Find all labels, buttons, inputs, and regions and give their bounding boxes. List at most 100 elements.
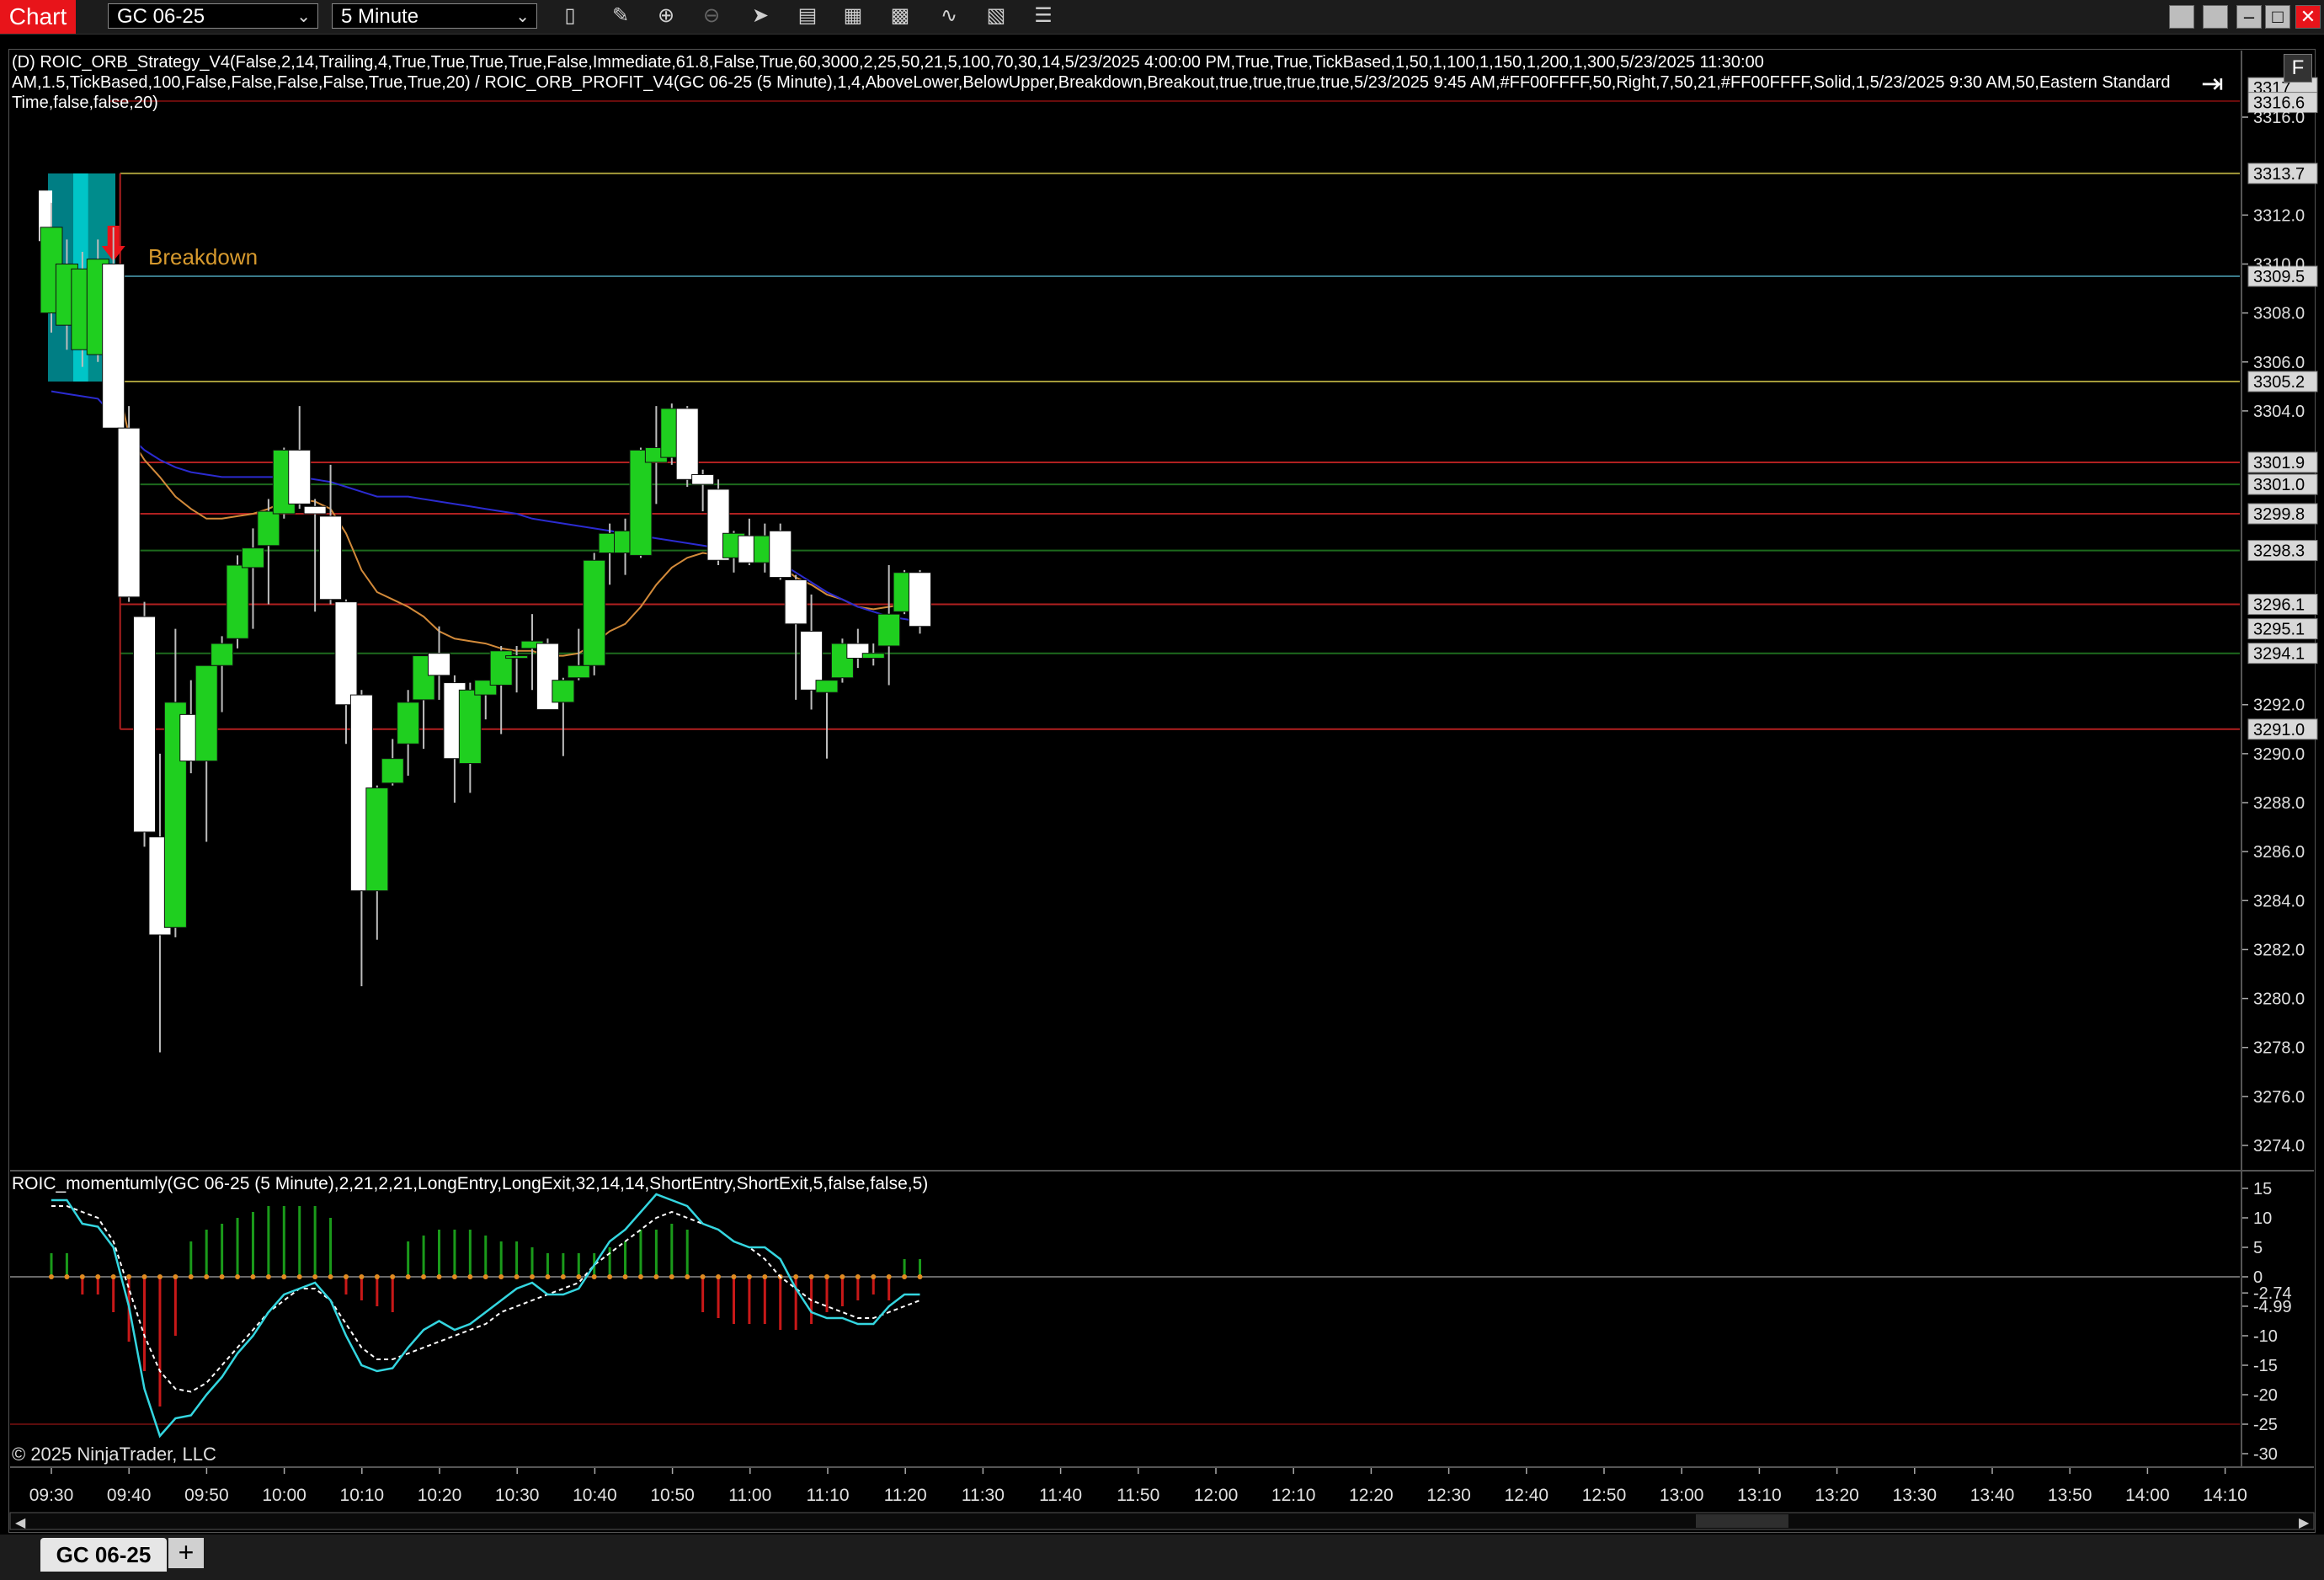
candle-body — [397, 702, 420, 745]
orb-levels — [108, 100, 2240, 730]
osc-tick-label: 10 — [2253, 1209, 2272, 1228]
price-and-oscillator-chart[interactable]: 33173316.63313.73309.53305.23301.93301.0… — [0, 0, 2324, 1580]
candle-body — [567, 665, 590, 679]
zero-dot — [591, 1274, 597, 1279]
price-tick-label: 3278.0 — [2253, 1039, 2305, 1058]
candle-body — [675, 408, 699, 480]
time-tick-label: 13:50 — [2048, 1486, 2092, 1505]
time-tick-label: 10:30 — [495, 1486, 540, 1505]
zero-dot — [762, 1274, 768, 1279]
candle-body — [909, 572, 932, 627]
time-tick-label: 12:50 — [1582, 1486, 1627, 1505]
zero-dot — [824, 1274, 829, 1279]
zero-dot — [126, 1274, 132, 1279]
candlesticks — [40, 202, 932, 1053]
zero-dot — [622, 1274, 628, 1279]
zero-dot — [173, 1274, 179, 1279]
zero-dot — [265, 1274, 271, 1279]
zero-dot — [560, 1274, 566, 1279]
breakdown-label: Breakdown — [148, 244, 259, 270]
osc-tick-label: 5 — [2253, 1239, 2263, 1257]
zero-dot — [917, 1274, 923, 1279]
candle-body — [769, 530, 792, 579]
price-marker-label: 3298.3 — [2253, 542, 2305, 561]
instrument-tab[interactable]: GC 06-25 — [40, 1538, 167, 1572]
zero-dot — [188, 1274, 194, 1279]
zero-dot — [886, 1274, 892, 1279]
instrument-tab-bar — [0, 1535, 2324, 1580]
time-tick-label: 09:40 — [107, 1486, 152, 1505]
time-tick-label: 11:00 — [728, 1486, 771, 1505]
candle-body — [211, 643, 234, 666]
time-tick-label: 10:00 — [262, 1486, 306, 1505]
zero-dot — [110, 1274, 116, 1279]
zero-dot — [204, 1274, 210, 1279]
candle-body — [117, 427, 141, 598]
candle-body — [334, 601, 358, 706]
price-tick-label: 3280.0 — [2253, 990, 2305, 1009]
zero-dot — [685, 1274, 690, 1279]
time-tick-label: 14:10 — [2203, 1486, 2247, 1505]
time-axis: 09:30 09:40 09:50 10:00 10:10 10:20 10:30 10:40… — [29, 1467, 2247, 1505]
candle-body — [784, 579, 808, 625]
indicator-parameters-label: ROIC_momentumly(GC 06-25 (5 Minute),2,21… — [12, 1174, 929, 1193]
oscillator-pane — [10, 1193, 2240, 1439]
candle-body — [288, 449, 312, 504]
price-marker-label: 3313.7 — [2253, 165, 2305, 184]
osc-tick-label: -10 — [2253, 1327, 2278, 1346]
candle-body — [691, 473, 715, 485]
panel-toggle-button[interactable]: F — [2284, 54, 2312, 83]
zero-dot — [235, 1274, 241, 1279]
zero-dot — [219, 1274, 225, 1279]
candle-body — [241, 547, 264, 568]
price-marker-label: 3295.1 — [2253, 621, 2305, 639]
time-tick-label: 09:30 — [29, 1486, 74, 1505]
zero-dot — [607, 1274, 613, 1279]
zero-dot — [421, 1274, 427, 1279]
price-marker-label: 3301.9 — [2253, 454, 2305, 472]
price-tick-label: 3284.0 — [2253, 892, 2305, 910]
candle-body — [381, 758, 404, 784]
zero-dot — [390, 1274, 396, 1279]
strategy-parameters-label: (D) ROIC_ORB_Strategy_V4(False,2,14,Trai… — [12, 53, 2171, 112]
zero-dot — [49, 1274, 54, 1279]
time-tick-label: 10:10 — [340, 1486, 385, 1505]
time-tick-label: 13:10 — [1737, 1486, 1782, 1505]
candle-body — [428, 653, 450, 676]
price-marker-label: 3301.0 — [2253, 476, 2305, 494]
zero-dot — [669, 1274, 674, 1279]
time-tick-label: 11:50 — [1117, 1486, 1159, 1505]
add-tab-button[interactable]: + — [168, 1538, 204, 1568]
time-tick-label: 10:50 — [650, 1486, 695, 1505]
price-tick-label: 3288.0 — [2253, 794, 2305, 813]
zero-dot — [545, 1274, 551, 1279]
zero-dot — [700, 1274, 706, 1279]
zero-dot — [731, 1274, 737, 1279]
time-tick-label: 11:40 — [1039, 1486, 1082, 1505]
candle-body — [257, 510, 280, 547]
scrollbar-thumb — [1696, 1514, 1788, 1528]
zero-dot — [530, 1274, 536, 1279]
price-tick-label: 3276.0 — [2253, 1088, 2305, 1107]
price-marker-label: 3296.1 — [2253, 596, 2305, 615]
zero-dot — [95, 1274, 101, 1279]
scroll-left-icon: ◀ — [15, 1516, 26, 1530]
zero-dot — [498, 1274, 504, 1279]
price-tick-label: 3282.0 — [2253, 941, 2305, 959]
price-marker-label: 3299.8 — [2253, 505, 2305, 524]
zero-dot — [808, 1274, 814, 1279]
price-tick-label: 3290.0 — [2253, 745, 2305, 764]
price-tick-label: 3316.0 — [2253, 109, 2305, 127]
zero-dot — [312, 1274, 318, 1279]
time-tick-label: 13:30 — [1893, 1486, 1938, 1505]
zero-dot — [451, 1274, 457, 1279]
zero-dot — [637, 1274, 643, 1279]
zero-dot — [374, 1274, 380, 1279]
candle-body — [458, 689, 482, 765]
price-tick-label: 3306.0 — [2253, 354, 2305, 372]
candle-body — [102, 263, 125, 429]
price-tick-label: 3308.0 — [2253, 305, 2305, 323]
time-tick-label: 11:10 — [807, 1486, 850, 1505]
zero-dot — [793, 1274, 799, 1279]
zero-dot — [141, 1274, 147, 1279]
